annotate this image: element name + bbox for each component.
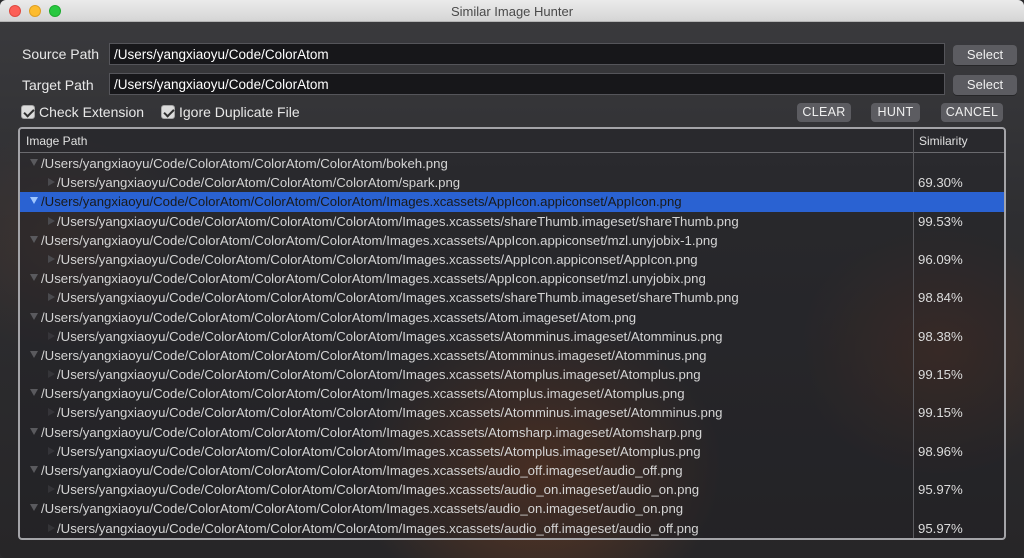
similarity-cell: 95.97% [918,520,963,536]
table-row[interactable]: /Users/yangxiaoyu/Code/ColorAtom/ColorAt… [20,212,1004,231]
image-path-cell: /Users/yangxiaoyu/Code/ColorAtom/ColorAt… [57,405,723,421]
disclosure-triangle-collapsed-icon[interactable] [48,408,55,417]
table-row[interactable]: /Users/yangxiaoyu/Code/ColorAtom/ColorAt… [20,403,1004,422]
similarity-cell: 96.09% [918,251,963,267]
similarity-cell: 98.84% [918,290,963,306]
table-row[interactable]: /Users/yangxiaoyu/Code/ColorAtom/ColorAt… [20,365,1004,384]
check-extension-checkbox[interactable] [21,105,35,119]
disclosure-triangle-collapsed-icon[interactable] [48,216,55,225]
image-path-cell: /Users/yangxiaoyu/Code/ColorAtom/ColorAt… [41,271,706,287]
table-row[interactable]: /Users/yangxiaoyu/Code/ColorAtom/ColorAt… [20,288,1004,307]
table-row[interactable]: /Users/yangxiaoyu/Code/ColorAtom/ColorAt… [20,327,1004,346]
image-path-cell: /Users/yangxiaoyu/Code/ColorAtom/ColorAt… [57,175,461,191]
source-path-input[interactable] [109,43,945,65]
title-bar: Similar Image Hunter [0,0,1024,22]
disclosure-triangle-expanded-icon[interactable] [30,312,38,320]
disclosure-triangle-expanded-icon[interactable] [30,159,38,166]
image-path-cell: /Users/yangxiaoyu/Code/ColorAtom/ColorAt… [57,290,739,306]
disclosure-triangle-collapsed-icon[interactable] [48,331,55,340]
similarity-cell: 98.96% [918,443,963,459]
disclosure-triangle-collapsed-icon[interactable] [48,254,55,263]
ignore-duplicate-label: Igore Duplicate File [179,104,300,120]
table-row[interactable]: /Users/yangxiaoyu/Code/ColorAtom/ColorAt… [20,173,1004,192]
similarity-cell: 95.97% [918,482,963,498]
table-row[interactable]: /Users/yangxiaoyu/Code/ColorAtom/ColorAt… [20,423,1004,442]
table-row[interactable]: /Users/yangxiaoyu/Code/ColorAtom/ColorAt… [20,269,1004,288]
disclosure-triangle-collapsed-icon[interactable] [48,293,55,302]
window-title: Similar Image Hunter [450,4,574,19]
target-select-button[interactable]: Select [953,75,1017,95]
image-path-cell: /Users/yangxiaoyu/Code/ColorAtom/ColorAt… [41,424,703,440]
table-row[interactable]: /Users/yangxiaoyu/Code/ColorAtom/ColorAt… [20,192,1004,212]
similarity-cell: 99.15% [918,367,963,383]
disclosure-triangle-expanded-icon[interactable] [30,235,38,243]
table-row[interactable]: /Users/yangxiaoyu/Code/ColorAtom/ColorAt… [20,308,1004,327]
results-outline-view[interactable]: Image Path Similarity /Users/yangxiaoyu/… [18,127,1006,540]
ignore-duplicate-checkbox[interactable] [161,105,175,119]
similarity-cell: 99.15% [918,405,963,421]
disclosure-triangle-expanded-icon[interactable] [30,389,38,397]
source-path-label: Source Path [22,46,100,62]
image-path-cell: /Users/yangxiaoyu/Code/ColorAtom/ColorAt… [41,156,448,171]
table-row[interactable]: /Users/yangxiaoyu/Code/ColorAtom/ColorAt… [20,346,1004,365]
table-row[interactable]: /Users/yangxiaoyu/Code/ColorAtom/ColorAt… [20,461,1004,480]
disclosure-triangle-expanded-icon[interactable] [30,427,38,435]
image-path-cell: /Users/yangxiaoyu/Code/ColorAtom/ColorAt… [41,232,718,248]
table-rows: /Users/yangxiaoyu/Code/ColorAtom/ColorAt… [20,154,1004,538]
source-select-button[interactable]: Select [953,45,1017,65]
image-path-cell: /Users/yangxiaoyu/Code/ColorAtom/ColorAt… [41,347,707,363]
table-row[interactable]: /Users/yangxiaoyu/Code/ColorAtom/ColorAt… [20,499,1004,518]
image-path-cell: /Users/yangxiaoyu/Code/ColorAtom/ColorAt… [41,386,685,402]
app-window: Similar Image Hunter Source Path Select … [0,0,1024,558]
image-path-cell: /Users/yangxiaoyu/Code/ColorAtom/ColorAt… [41,501,684,517]
cancel-button[interactable]: CANCEL [941,103,1003,122]
disclosure-triangle-expanded-icon[interactable] [30,504,38,512]
image-path-cell: /Users/yangxiaoyu/Code/ColorAtom/ColorAt… [57,213,739,229]
table-row[interactable]: /Users/yangxiaoyu/Code/ColorAtom/ColorAt… [20,384,1004,403]
check-extension-label: Check Extension [39,104,145,120]
check-extension-option[interactable]: Check Extension [21,104,144,120]
image-path-cell: /Users/yangxiaoyu/Code/ColorAtom/ColorAt… [57,251,698,267]
image-path-cell: /Users/yangxiaoyu/Code/ColorAtom/ColorAt… [41,309,637,325]
disclosure-triangle-collapsed-icon[interactable] [48,523,55,532]
image-path-cell: /Users/yangxiaoyu/Code/ColorAtom/ColorAt… [57,520,699,536]
image-path-cell: /Users/yangxiaoyu/Code/ColorAtom/ColorAt… [57,482,700,498]
disclosure-triangle-expanded-icon[interactable] [30,466,38,473]
disclosure-triangle-expanded-icon[interactable] [30,197,38,205]
similarity-column-header[interactable]: Similarity [919,134,968,148]
image-path-cell: /Users/yangxiaoyu/Code/ColorAtom/ColorAt… [57,328,723,344]
disclosure-triangle-collapsed-icon[interactable] [48,178,55,187]
disclosure-triangle-expanded-icon[interactable] [30,350,38,358]
table-row[interactable]: /Users/yangxiaoyu/Code/ColorAtom/ColorAt… [20,442,1004,461]
target-path-input[interactable] [109,73,945,95]
table-row[interactable]: /Users/yangxiaoyu/Code/ColorAtom/ColorAt… [20,250,1004,269]
image-path-cell: /Users/yangxiaoyu/Code/ColorAtom/ColorAt… [41,194,682,210]
similarity-cell: 69.30% [918,175,963,191]
table-row[interactable]: /Users/yangxiaoyu/Code/ColorAtom/ColorAt… [20,519,1004,538]
table-header: Image Path Similarity [20,129,1004,153]
image-path-column-header[interactable]: Image Path [26,134,87,148]
image-path-cell: /Users/yangxiaoyu/Code/ColorAtom/ColorAt… [57,443,701,459]
image-path-cell: /Users/yangxiaoyu/Code/ColorAtom/ColorAt… [57,367,701,383]
image-path-cell: /Users/yangxiaoyu/Code/ColorAtom/ColorAt… [41,463,683,478]
disclosure-triangle-collapsed-icon[interactable] [48,446,55,455]
ignore-duplicate-option[interactable]: Igore Duplicate File [161,104,300,120]
table-row[interactable]: /Users/yangxiaoyu/Code/ColorAtom/ColorAt… [20,154,1004,173]
disclosure-triangle-expanded-icon[interactable] [30,274,38,282]
disclosure-triangle-collapsed-icon[interactable] [48,370,55,379]
similarity-cell: 99.53% [918,213,963,229]
target-path-label: Target Path [22,77,94,93]
clear-button[interactable]: CLEAR [797,103,851,122]
table-row[interactable]: /Users/yangxiaoyu/Code/ColorAtom/ColorAt… [20,231,1004,250]
similarity-cell: 98.38% [918,328,963,344]
disclosure-triangle-collapsed-icon[interactable] [48,485,55,494]
table-row[interactable]: /Users/yangxiaoyu/Code/ColorAtom/ColorAt… [20,480,1004,499]
hunt-button[interactable]: HUNT [871,103,920,122]
